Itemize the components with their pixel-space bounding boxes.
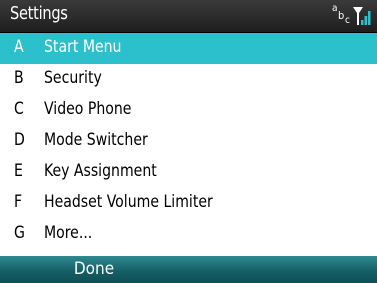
input-mode-c: c <box>345 15 350 26</box>
signal-strength-icon <box>353 7 371 25</box>
settings-screen: Settings a b c A Start Menu B Security C… <box>0 0 377 283</box>
menu-item-key: B <box>14 68 24 88</box>
menu-item-label: Mode Switcher <box>44 130 148 150</box>
menu-item-video-phone[interactable]: C Video Phone <box>0 95 377 126</box>
menu-item-label: Key Assignment <box>44 161 157 181</box>
menu-item-label: Headset Volume Limiter <box>44 192 213 212</box>
menu-item-key: E <box>14 161 23 181</box>
menu-item-key: F <box>14 192 23 212</box>
menu-item-label: Security <box>44 68 102 88</box>
done-softkey-button[interactable]: Done <box>0 256 188 283</box>
input-mode-a: a <box>332 3 338 14</box>
menu-item-key: D <box>14 130 25 150</box>
input-mode-b: b <box>338 9 345 22</box>
settings-menu-list: A Start Menu B Security C Video Phone D … <box>0 33 377 250</box>
menu-item-headset-volume-limiter[interactable]: F Headset Volume Limiter <box>0 188 377 219</box>
menu-item-key: A <box>14 37 24 57</box>
menu-item-label: Video Phone <box>44 99 132 119</box>
softkey-bar: Done <box>0 256 377 283</box>
page-title: Settings <box>10 3 68 24</box>
menu-item-label: More... <box>44 223 93 243</box>
right-softkey-button[interactable] <box>188 256 377 283</box>
menu-item-security[interactable]: B Security <box>0 64 377 95</box>
menu-item-mode-switcher[interactable]: D Mode Switcher <box>0 126 377 157</box>
menu-item-label: Start Menu <box>44 37 122 57</box>
menu-item-key-assignment[interactable]: E Key Assignment <box>0 157 377 188</box>
input-mode-icon: a b c <box>331 3 351 29</box>
menu-item-key: C <box>14 99 24 119</box>
menu-item-key: G <box>14 223 25 243</box>
menu-item-start-menu[interactable]: A Start Menu <box>0 33 377 64</box>
menu-item-more[interactable]: G More... <box>0 219 377 250</box>
title-bar: Settings a b c <box>0 0 377 33</box>
